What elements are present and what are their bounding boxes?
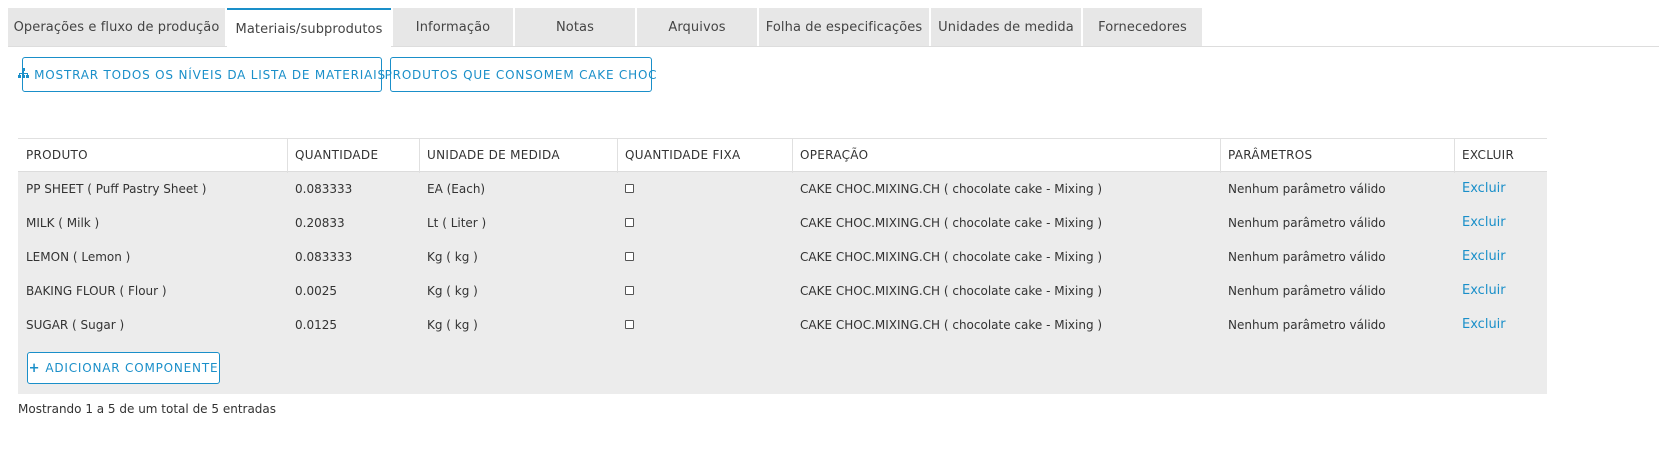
tab-unidades-medida[interactable]: Unidades de medida: [931, 8, 1081, 46]
show-all-levels-button[interactable]: MOSTRAR TODOS OS NÍVEIS DA LISTA DE MATE…: [18, 57, 385, 92]
sitemap-icon: [18, 68, 30, 81]
cell-produto: LEMON ( Lemon ): [26, 250, 131, 264]
cell-parametros: Nenhum parâmetro válido: [1228, 284, 1386, 298]
table-row: MILK ( Milk ) 0.20833 Lt ( Liter ) CAKE …: [18, 206, 1547, 240]
cell-produto: SUGAR ( Sugar ): [26, 318, 125, 332]
table-header: PRODUTO QUANTIDADE UNIDADE DE MEDIDA QUA…: [18, 138, 1547, 173]
tab-informacao[interactable]: Informação: [393, 8, 513, 46]
header-produto[interactable]: PRODUTO: [18, 139, 288, 172]
cell-quantidade: 0.20833: [295, 216, 345, 230]
tab-materiais[interactable]: Materiais/subprodutos: [227, 8, 391, 48]
tab-notas[interactable]: Notas: [515, 8, 635, 46]
header-quantidade[interactable]: QUANTIDADE: [287, 139, 419, 172]
delete-link[interactable]: Excluir: [1454, 240, 1506, 274]
fixed-quantity-checkbox[interactable]: [625, 218, 634, 227]
cell-operacao: CAKE CHOC.MIXING.CH ( chocolate cake - M…: [800, 216, 1103, 230]
cell-parametros: Nenhum parâmetro válido: [1228, 318, 1386, 332]
delete-link[interactable]: Excluir: [1454, 308, 1506, 342]
cell-parametros: Nenhum parâmetro válido: [1228, 250, 1386, 264]
cell-unidade: Lt ( Liter ): [427, 216, 487, 230]
cell-unidade: Kg ( kg ): [427, 250, 478, 264]
tab-fornecedores[interactable]: Fornecedores: [1083, 8, 1202, 46]
table-row: LEMON ( Lemon ) 0.083333 Kg ( kg ) CAKE …: [18, 240, 1547, 274]
pagination-info: Mostrando 1 a 5 de um total de 5 entrada…: [18, 402, 277, 416]
table-row: SUGAR ( Sugar ) 0.0125 Kg ( kg ) CAKE CH…: [18, 308, 1547, 342]
cell-unidade: Kg ( kg ): [427, 284, 478, 298]
cell-operacao: CAKE CHOC.MIXING.CH ( chocolate cake - M…: [800, 250, 1103, 264]
header-operacao[interactable]: OPERAÇÃO: [792, 139, 1220, 172]
tab-bar: Operações e fluxo de produção Materiais/…: [8, 8, 1204, 48]
fixed-quantity-checkbox[interactable]: [625, 184, 634, 193]
cell-produto: MILK ( Milk ): [26, 216, 100, 230]
cell-parametros: Nenhum parâmetro válido: [1228, 182, 1386, 196]
tab-operacoes[interactable]: Operações e fluxo de produção: [8, 8, 225, 46]
cell-unidade: Kg ( kg ): [427, 318, 478, 332]
cell-quantidade: 0.083333: [295, 182, 353, 196]
delete-link[interactable]: Excluir: [1454, 206, 1506, 240]
cell-unidade: EA (Each): [427, 182, 486, 196]
fixed-quantity-checkbox[interactable]: [625, 320, 634, 329]
tab-arquivos[interactable]: Arquivos: [637, 8, 757, 46]
table-row: BAKING FLOUR ( Flour ) 0.0025 Kg ( kg ) …: [18, 274, 1547, 308]
tab-folha-especificacoes[interactable]: Folha de especificações: [759, 8, 929, 46]
add-component-button[interactable]: + ADICIONAR COMPONENTE: [27, 352, 220, 384]
cell-produto: PP SHEET ( Puff Pastry Sheet ): [26, 182, 207, 196]
plus-icon: +: [28, 360, 41, 376]
table-row: PP SHEET ( Puff Pastry Sheet ) 0.083333 …: [18, 172, 1547, 206]
fixed-quantity-checkbox[interactable]: [625, 286, 634, 295]
cell-quantidade: 0.0125: [295, 318, 337, 332]
consuming-products-label: PRODUTOS QUE CONSOMEM CAKE CHOC: [384, 67, 658, 82]
show-all-levels-label: MOSTRAR TODOS OS NÍVEIS DA LISTA DE MATE…: [34, 67, 386, 82]
add-component-label: ADICIONAR COMPONENTE: [45, 361, 219, 375]
cell-operacao: CAKE CHOC.MIXING.CH ( chocolate cake - M…: [800, 284, 1103, 298]
cell-parametros: Nenhum parâmetro válido: [1228, 216, 1386, 230]
header-unidade[interactable]: UNIDADE DE MEDIDA: [419, 139, 617, 172]
cell-produto: BAKING FLOUR ( Flour ): [26, 284, 167, 298]
delete-link[interactable]: Excluir: [1454, 172, 1506, 206]
cell-operacao: CAKE CHOC.MIXING.CH ( chocolate cake - M…: [800, 318, 1103, 332]
consuming-products-button[interactable]: PRODUTOS QUE CONSOMEM CAKE CHOC: [385, 57, 657, 92]
header-quantidade-fixa[interactable]: QUANTIDADE FIXA: [617, 139, 792, 172]
header-parametros[interactable]: PARÂMETROS: [1220, 139, 1454, 172]
cell-operacao: CAKE CHOC.MIXING.CH ( chocolate cake - M…: [800, 182, 1103, 196]
materials-table: PRODUTO QUANTIDADE UNIDADE DE MEDIDA QUA…: [18, 138, 1547, 394]
delete-link[interactable]: Excluir: [1454, 274, 1506, 308]
header-excluir: EXCLUIR: [1462, 148, 1515, 162]
cell-quantidade: 0.083333: [295, 250, 353, 264]
cell-quantidade: 0.0025: [295, 284, 337, 298]
fixed-quantity-checkbox[interactable]: [625, 252, 634, 261]
